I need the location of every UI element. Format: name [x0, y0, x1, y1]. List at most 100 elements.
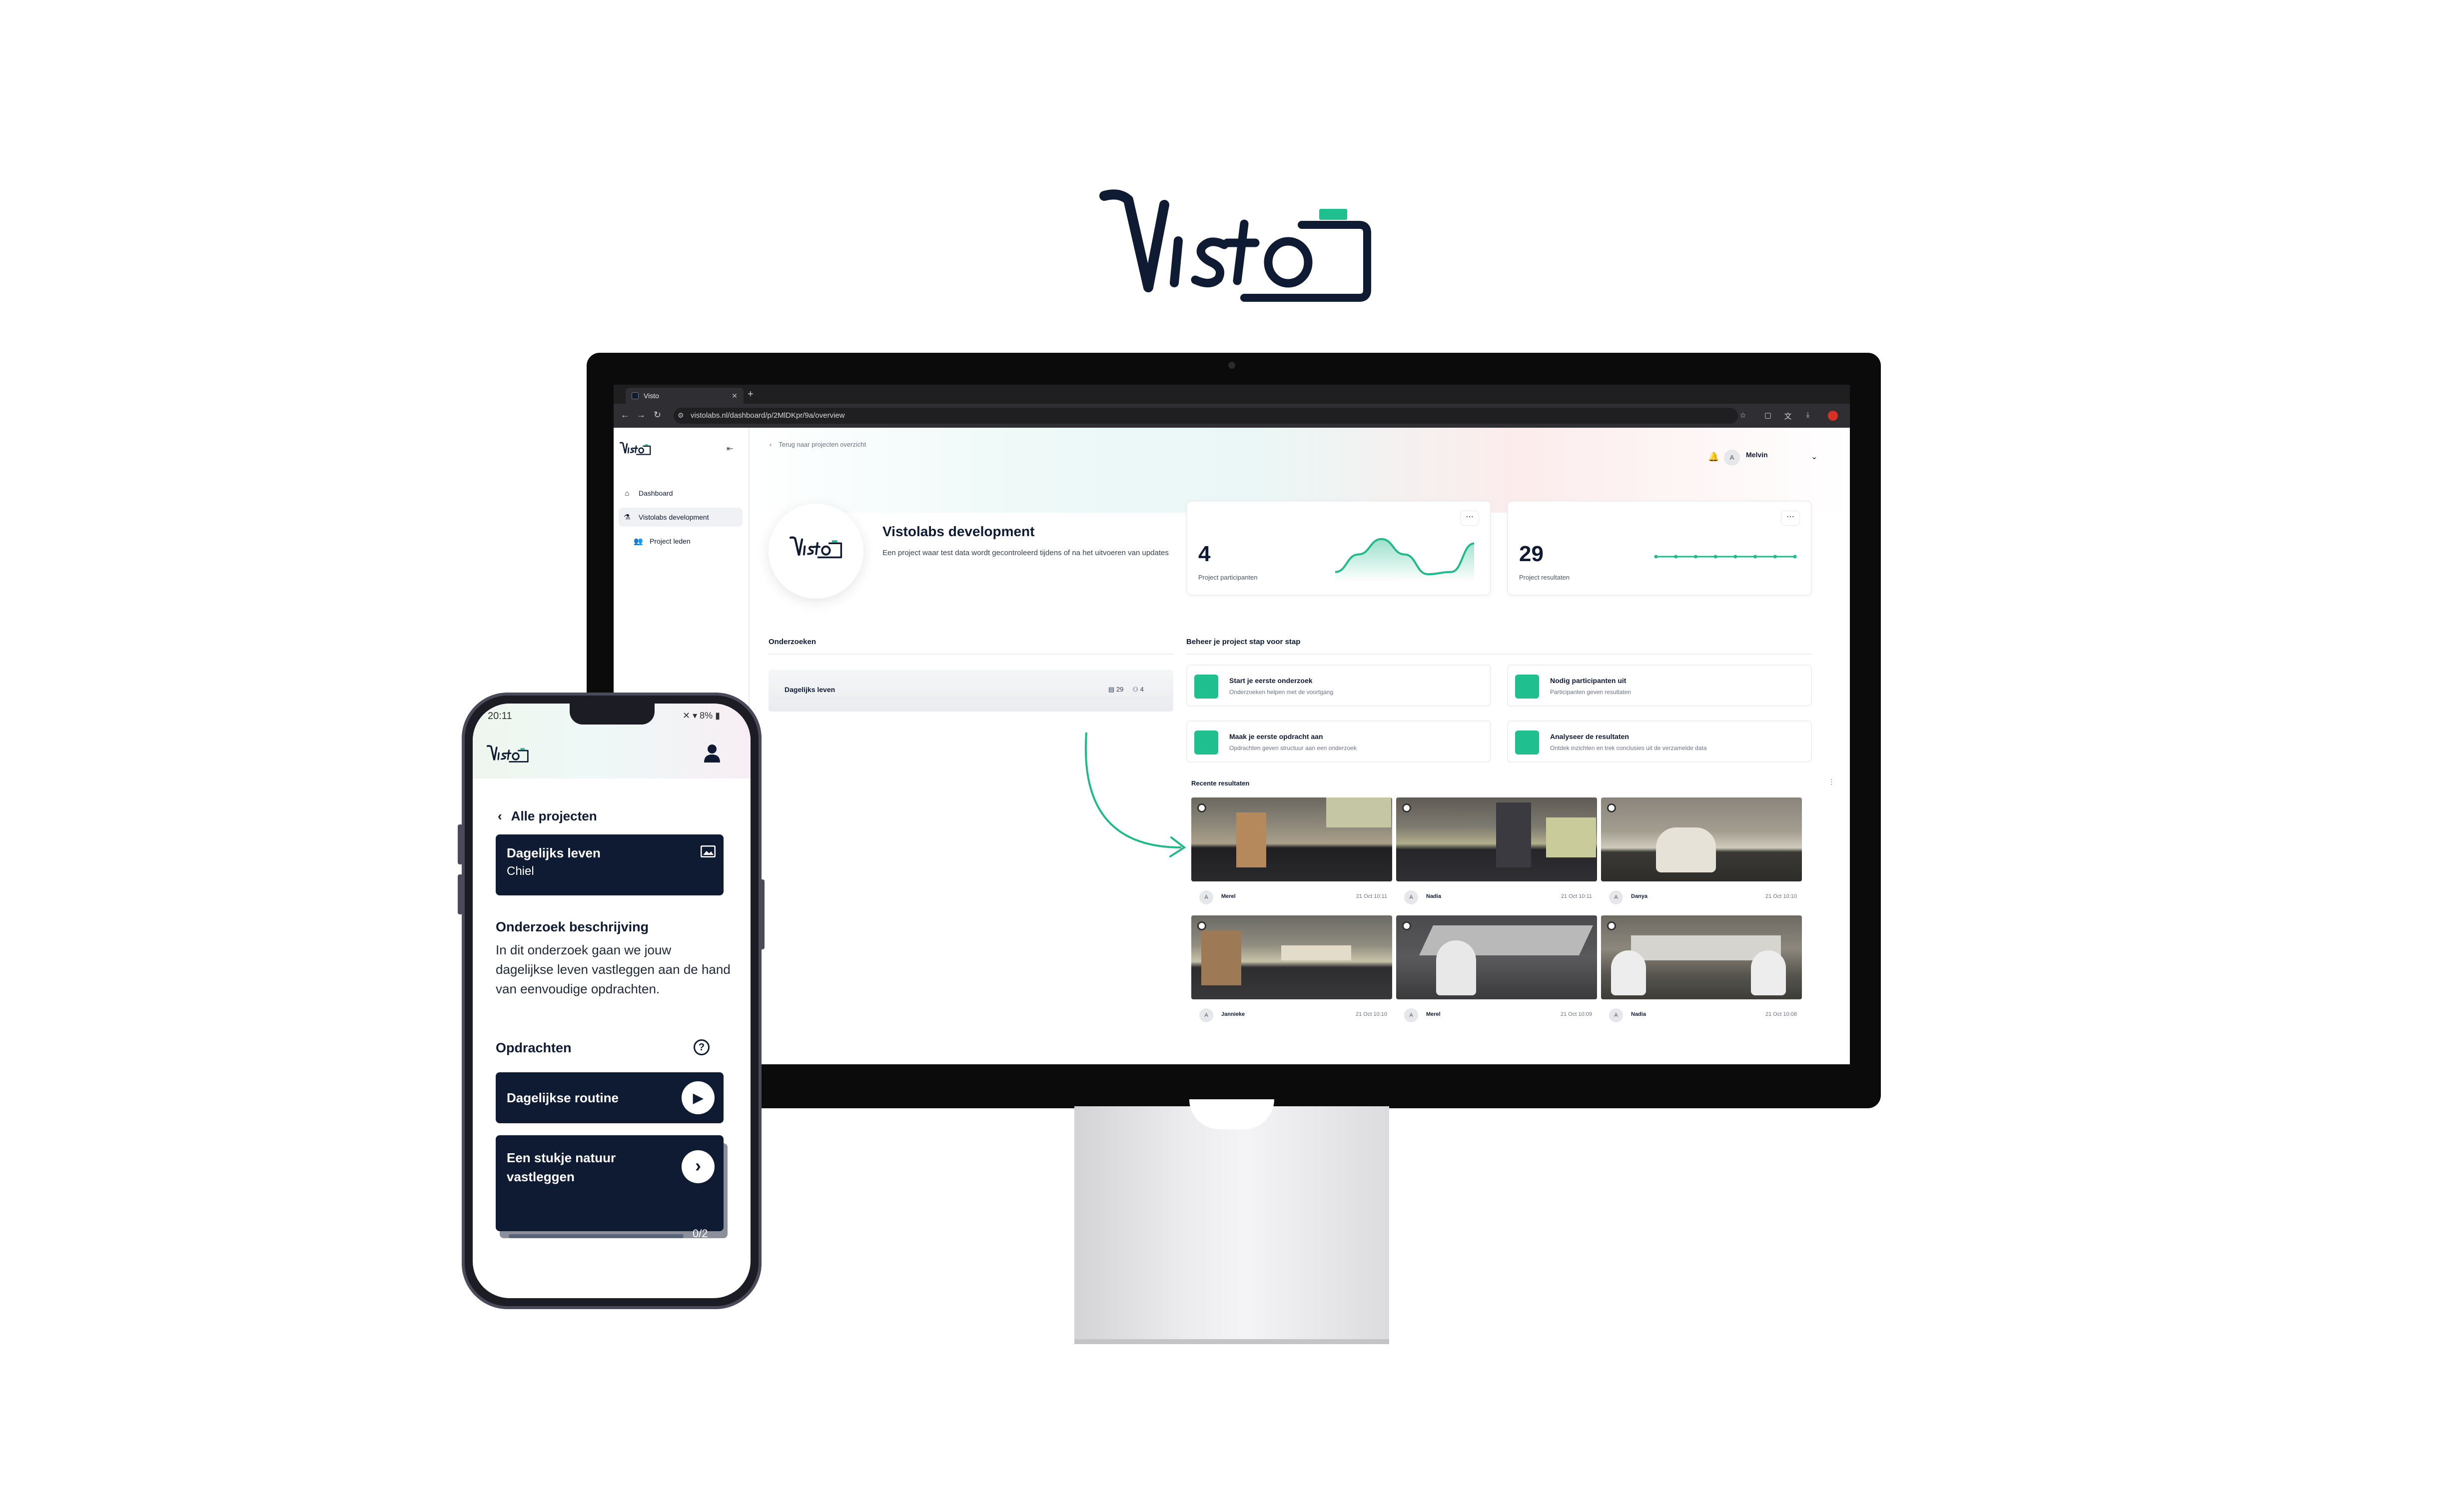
step-card-analyse-results[interactable]: Analyseer de resultaten Ontdek inzichten…	[1507, 721, 1812, 762]
stat-value: 4	[1198, 542, 1211, 566]
result-card[interactable]: A Merel 21 Oct 10:11	[1191, 797, 1392, 915]
divider	[769, 654, 1173, 655]
phone-side-button	[458, 874, 463, 914]
notification-bell-icon[interactable]: 🔔	[1708, 452, 1719, 462]
result-day: 21 Oct	[1561, 893, 1578, 899]
trend-dot	[1753, 555, 1757, 559]
avatar: A	[1199, 890, 1213, 904]
more-options-icon[interactable]: ⋯	[1460, 511, 1479, 526]
onderzoek-results-count: 29	[1116, 686, 1124, 693]
participants-trend-chart	[1335, 538, 1475, 582]
all-projects-back-link[interactable]: ‹ Alle projecten	[498, 808, 597, 824]
sidebar-logo[interactable]	[620, 441, 652, 457]
forward-arrow-icon[interactable]: →	[637, 410, 646, 420]
stat-label: Project resultaten	[1519, 574, 1570, 581]
result-date: 21 Oct 10:11	[1561, 893, 1592, 899]
step-icon	[1194, 675, 1218, 699]
sidebar-item-project[interactable]: ⚗ Vistolabs development	[619, 508, 743, 527]
more-vertical-icon[interactable]: ⋮	[1828, 777, 1835, 786]
results-trend-chart	[1654, 555, 1797, 559]
section-title-onderzoeken: Onderzoeken	[769, 638, 816, 646]
play-icon[interactable]: ▶	[682, 1081, 715, 1114]
result-card[interactable]: A Nadia 21 Oct 10:08	[1601, 915, 1802, 1033]
sidebar-item-project-members[interactable]: 👥 Project leden	[619, 532, 743, 551]
sidebar-item-dashboard[interactable]: ⌂ Dashboard	[619, 484, 743, 503]
user-avatar[interactable]: A	[1724, 450, 1740, 466]
result-day: 21 Oct	[1356, 1011, 1372, 1017]
chevron-left-icon: ‹	[498, 808, 502, 823]
browser-tab[interactable]: Visto ✕	[626, 388, 744, 404]
photo-detail	[1281, 945, 1351, 960]
phone-side-button	[760, 879, 765, 949]
close-tab-icon[interactable]: ✕	[732, 392, 738, 400]
step-title: Nodig participanten uit	[1550, 677, 1627, 685]
result-date: 21 Oct 10:10	[1356, 1011, 1387, 1017]
sidebar-collapse-icon[interactable]: ⇤	[727, 444, 733, 454]
camera-badge-icon	[1197, 803, 1206, 812]
step-subtitle: Participanten geven resultaten	[1550, 689, 1632, 696]
user-profile-icon[interactable]	[704, 744, 721, 767]
photo-detail	[1611, 950, 1646, 995]
avatar: A	[1609, 890, 1623, 904]
sidebar-item-label: Project leden	[650, 537, 691, 545]
new-tab-icon[interactable]: +	[748, 389, 754, 400]
translate-icon[interactable]: 文	[1783, 411, 1793, 421]
result-date: 21 Oct 10:08	[1765, 1011, 1797, 1017]
sidebar-item-label: Vistolabs development	[639, 513, 709, 521]
phone-notch	[570, 704, 655, 725]
user-name[interactable]: Melvin	[1746, 451, 1768, 459]
photo-detail	[1326, 797, 1391, 827]
recent-results-grid: A Merel 21 Oct 10:11 A Nadia 21 Oct 10:1…	[1191, 797, 1811, 1047]
result-author: Nadia	[1426, 893, 1441, 899]
site-info-icon[interactable]: ⚙	[678, 411, 684, 420]
result-card[interactable]: A Jannieke 21 Oct 10:10	[1191, 915, 1392, 1033]
result-photo	[1601, 915, 1802, 999]
step-card-invite-participants[interactable]: Nodig participanten uit Participanten ge…	[1507, 665, 1812, 707]
result-day: 21 Oct	[1765, 893, 1782, 899]
camera-badge-icon	[1607, 803, 1616, 812]
url-input[interactable]: vistolabs.nl/dashboard/p/2MlDKpr/9a/over…	[674, 408, 1738, 424]
result-footer: A Danya 21 Oct 10:10	[1601, 886, 1802, 906]
onderzoek-meta: ▤ 29 ⚇ 4	[1108, 686, 1144, 694]
visto-logo	[1099, 189, 1371, 302]
result-photo	[1396, 797, 1597, 881]
result-author: Jannieke	[1221, 1011, 1245, 1017]
chevron-down-icon[interactable]: ⌄	[1811, 452, 1817, 462]
app-window: ⇤ ⌂ Dashboard ⚗ Vistolabs development 👥 …	[614, 428, 1850, 1064]
favicon-icon	[632, 392, 639, 399]
step-card-create-task[interactable]: Maak je eerste opdracht aan Opdrachten g…	[1186, 721, 1491, 762]
reload-icon[interactable]: ↻	[654, 410, 661, 420]
chevron-right-icon[interactable]: ›	[682, 1150, 715, 1183]
result-day: 21 Oct	[1356, 893, 1373, 899]
step-card-start-study[interactable]: Start je eerste onderzoek Onderzoeken he…	[1186, 665, 1491, 707]
result-author: Nadia	[1631, 1011, 1646, 1017]
profile-icon[interactable]	[1828, 411, 1838, 421]
camera-badge-icon	[1607, 921, 1616, 930]
gallery-icon	[700, 845, 716, 858]
extensions-icon[interactable]: ▢	[1763, 411, 1773, 421]
header-gradient	[750, 428, 1850, 513]
result-time: 10:11	[1374, 893, 1387, 899]
person-icon	[704, 745, 720, 762]
result-card[interactable]: A Nadia 21 Oct 10:11	[1396, 797, 1597, 915]
step-icon	[1515, 731, 1539, 755]
step-subtitle: Onderzoeken helpen met de voortgang	[1229, 689, 1334, 696]
photo-detail	[1656, 827, 1716, 872]
result-author: Danya	[1631, 893, 1648, 899]
task-progress-label: 0/2	[693, 1227, 708, 1240]
more-options-icon[interactable]: ⋯	[1781, 511, 1800, 526]
back-arrow-icon[interactable]: ←	[621, 410, 630, 420]
monitor-stand-foot	[1074, 1339, 1389, 1344]
description-text: In dit onderzoek gaan we jouw dagelijkse…	[496, 942, 731, 996]
stat-card-participants: ⋯ 4 Project participanten	[1186, 501, 1491, 596]
result-card[interactable]: A Danya 21 Oct 10:10	[1601, 797, 1802, 915]
bookmark-star-icon[interactable]: ☆	[1738, 411, 1748, 421]
result-card[interactable]: A Merel 21 Oct 10:09	[1396, 915, 1597, 1033]
photo-detail	[1546, 817, 1596, 857]
help-icon[interactable]: ?	[694, 1039, 710, 1055]
description-title: Onderzoek beschrijving	[496, 919, 649, 934]
download-icon[interactable]: ⤓	[1803, 411, 1813, 421]
back-to-projects-link[interactable]: ‹ Terug naar projecten overzicht	[770, 441, 866, 448]
result-day: 21 Oct	[1561, 1011, 1577, 1017]
camera-badge-icon	[1197, 921, 1206, 930]
